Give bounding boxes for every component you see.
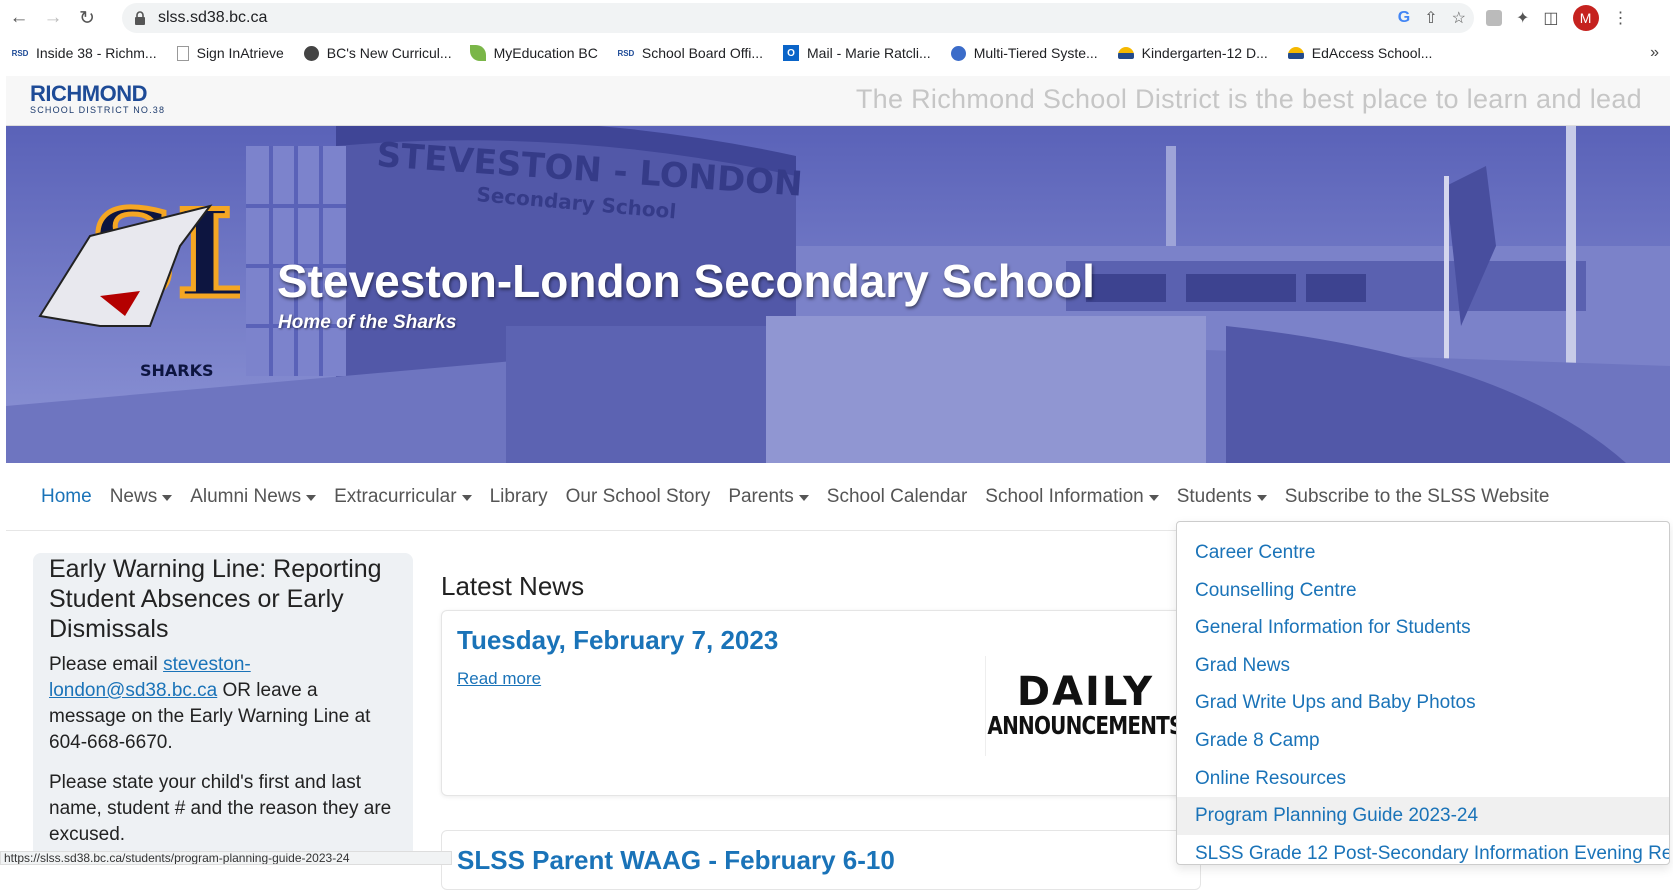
nav-extracurricular[interactable]: Extracurricular: [334, 486, 472, 508]
school-subtitle: Home of the Sharks: [278, 312, 457, 333]
outlook-icon: O: [783, 45, 800, 61]
caret-down-icon: [306, 494, 317, 501]
early-warning-text: Please email steveston-london@sd38.bc.ca…: [49, 654, 371, 753]
caret-down-icon: [1148, 494, 1159, 501]
nav-parents[interactable]: Parents: [728, 486, 809, 508]
forward-arrow-icon[interactable]: →: [38, 3, 68, 33]
profile-avatar[interactable]: M: [1572, 5, 1599, 31]
nav-subscribe[interactable]: Subscribe to the SLSS Website: [1285, 486, 1550, 508]
globe-icon: [950, 45, 966, 61]
puzzle-icon[interactable]: ✦: [1516, 8, 1529, 28]
bc-icon: [1117, 47, 1134, 59]
bookmark-item[interactable]: O Mail - Marie Ratcli...: [783, 45, 931, 61]
bookmark-item[interactable]: MyEducation BC: [469, 45, 598, 61]
read-more-link[interactable]: Read more: [457, 669, 541, 689]
browser-toolbar: ← → ↻ slss.sd38.bc.ca G ⇧ ☆ ✦ ◫ M ⋮: [0, 0, 1673, 36]
nav-school-calendar[interactable]: School Calendar: [827, 486, 967, 508]
daily-announcements-image[interactable]: DAILY ANNOUNCEMENTS: [985, 656, 1185, 756]
star-icon[interactable]: ☆: [1452, 8, 1466, 28]
bookmark-item[interactable]: Multi-Tiered Syste...: [950, 45, 1098, 61]
news-card: Tuesday, February 7, 2023 Read more DAIL…: [441, 610, 1201, 796]
rsd-icon: RSD: [617, 48, 635, 58]
caret-down-icon: [1256, 494, 1267, 501]
url-text: slss.sd38.bc.ca: [158, 9, 268, 26]
leaf-icon: [469, 45, 486, 61]
nav-news[interactable]: News: [110, 486, 173, 508]
bookmark-item[interactable]: BC's New Curricul...: [303, 45, 452, 61]
hero-banner: STEVESTON - LONDON Secondary School SL S…: [6, 126, 1670, 463]
menu-item-career-centre[interactable]: Career Centre: [1177, 534, 1669, 572]
google-icon[interactable]: G: [1398, 9, 1410, 27]
bookmark-item[interactable]: Sign InAtrieve: [176, 45, 284, 61]
caret-down-icon: [798, 494, 809, 501]
early-warning-box: Early Warning Line: Reporting Student Ab…: [33, 553, 413, 865]
sharks-crest-logo[interactable]: SL SHARKS: [30, 176, 240, 386]
news-title-link[interactable]: SLSS Parent WAAG - February 6-10: [457, 845, 895, 876]
extension-icon[interactable]: [1486, 10, 1502, 26]
bookmark-item[interactable]: EdAccess School...: [1287, 45, 1432, 61]
address-bar[interactable]: slss.sd38.bc.ca G ⇧ ☆: [122, 3, 1474, 33]
nav-home[interactable]: Home: [41, 486, 92, 508]
menu-item-grad-news[interactable]: Grad News: [1177, 647, 1669, 685]
document-icon: [176, 45, 189, 61]
menu-item-online-resources[interactable]: Online Resources: [1177, 760, 1669, 798]
svg-text:SHARKS: SHARKS: [140, 361, 214, 380]
nav-school-information[interactable]: School Information: [985, 486, 1159, 508]
district-tagline: The Richmond School District is the best…: [855, 84, 1642, 114]
early-warning-heading: Early Warning Line: Reporting Student Ab…: [49, 555, 382, 643]
bookmark-item[interactable]: Kindergarten-12 D...: [1117, 45, 1268, 61]
back-arrow-icon[interactable]: ←: [4, 3, 34, 33]
bookmarks-bar: RSD Inside 38 - Richm... Sign InAtrieve B…: [0, 38, 1673, 68]
menu-item-program-planning-guide[interactable]: Program Planning Guide 2023-24: [1177, 797, 1669, 835]
globe-icon: [303, 45, 319, 61]
school-title: Steveston-London Secondary School: [277, 255, 1095, 307]
lock-icon: [134, 11, 146, 25]
bookmark-item[interactable]: RSD School Board Offi...: [617, 45, 763, 61]
nav-library[interactable]: Library: [490, 486, 548, 508]
bc-icon: [1287, 47, 1304, 59]
menu-icon[interactable]: ⋮: [1613, 8, 1629, 28]
bookmark-item[interactable]: RSD Inside 38 - Richm...: [12, 45, 157, 61]
menu-item-grad-write-ups[interactable]: Grad Write Ups and Baby Photos: [1177, 684, 1669, 722]
menu-item-grade-12-info-evening[interactable]: SLSS Grade 12 Post-Secondary Information…: [1177, 835, 1669, 864]
district-header: RICHMOND SCHOOL DISTRICT NO.38 The Richm…: [6, 76, 1670, 126]
sidepanel-icon[interactable]: ◫: [1543, 8, 1558, 28]
chevron-right-double-icon[interactable]: »: [1650, 44, 1659, 62]
news-title-link[interactable]: Tuesday, February 7, 2023: [457, 625, 778, 656]
menu-item-grade-8-camp[interactable]: Grade 8 Camp: [1177, 722, 1669, 760]
rsd-icon: RSD: [11, 48, 29, 58]
reload-icon[interactable]: ↻: [72, 3, 102, 33]
menu-item-general-information[interactable]: General Information for Students: [1177, 609, 1669, 647]
caret-down-icon: [461, 494, 472, 501]
share-icon[interactable]: ⇧: [1424, 8, 1437, 28]
caret-down-icon: [162, 494, 173, 501]
news-card: SLSS Parent WAAG - February 6-10: [441, 830, 1201, 890]
nav-our-school-story[interactable]: Our School Story: [566, 486, 711, 508]
link-status-bar: https://slss.sd38.bc.ca/students/program…: [0, 851, 452, 865]
district-logo[interactable]: RICHMOND SCHOOL DISTRICT NO.38: [30, 83, 165, 116]
students-dropdown-menu: Career Centre Counselling Centre General…: [1176, 521, 1670, 865]
menu-item-counselling-centre[interactable]: Counselling Centre: [1177, 572, 1669, 610]
latest-news-heading: Latest News: [441, 571, 585, 601]
nav-students[interactable]: Students: [1177, 486, 1267, 508]
nav-alumni-news[interactable]: Alumni News: [190, 486, 317, 508]
early-warning-instructions: Please state your child's first and last…: [49, 772, 392, 845]
